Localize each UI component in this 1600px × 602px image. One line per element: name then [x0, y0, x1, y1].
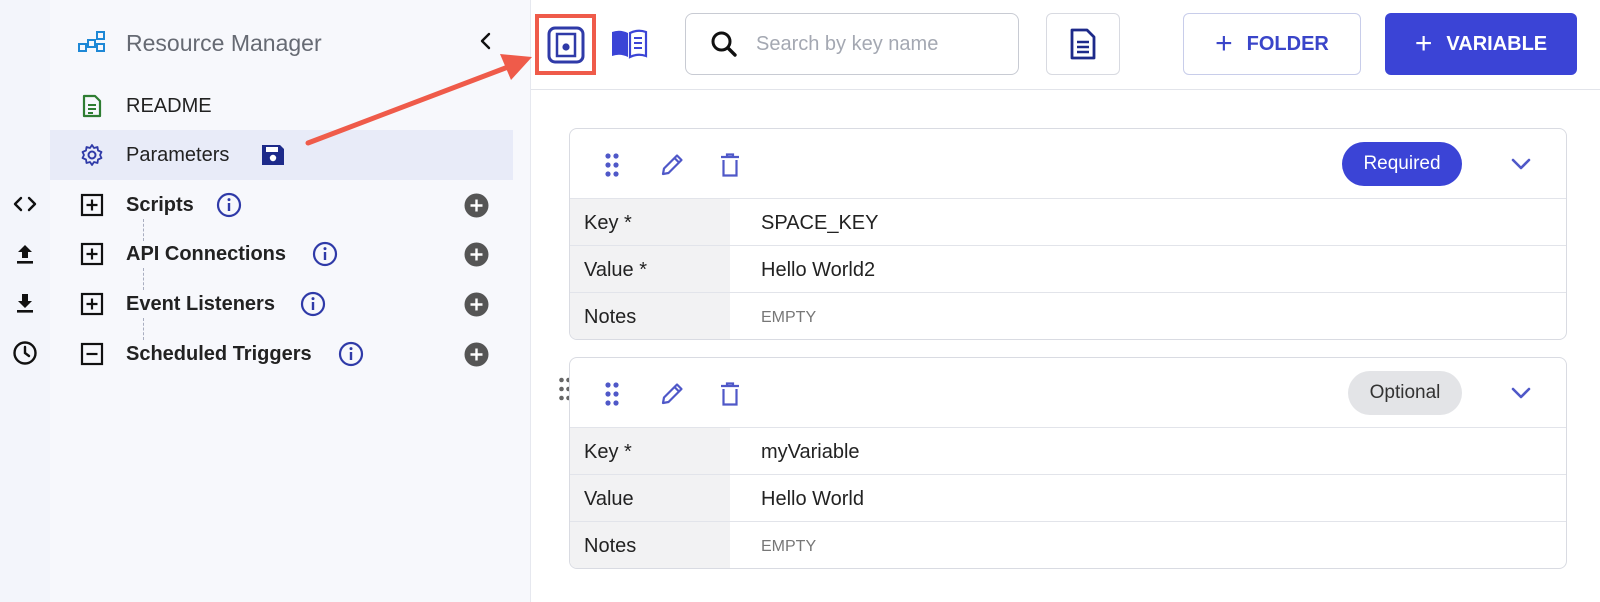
chevron-down-icon[interactable]: [1506, 378, 1536, 408]
collapse-minus-icon[interactable]: [80, 342, 104, 366]
documentation-book-icon[interactable]: [609, 24, 649, 64]
row-label: Value *: [570, 246, 730, 292]
row-value[interactable]: myVariable: [761, 441, 860, 464]
search-box[interactable]: [685, 13, 1019, 75]
variable-row-value: Value Hello World: [570, 475, 1566, 522]
delete-icon[interactable]: [716, 151, 744, 179]
variable-row-notes: Notes EMPTY: [570, 522, 1566, 568]
sidebar-item-readme[interactable]: README: [50, 81, 513, 131]
code-icon[interactable]: [8, 187, 42, 221]
unsaved-save-icon[interactable]: [260, 143, 286, 167]
add-variable-label: VARIABLE: [1446, 32, 1548, 55]
row-value[interactable]: SPACE_KEY: [761, 212, 878, 235]
drag-icon[interactable]: [598, 151, 626, 179]
sidebar-item-api-connections[interactable]: API Connections: [50, 229, 513, 279]
expand-plus-icon[interactable]: [80, 292, 104, 316]
variable-card-header: Required: [570, 129, 1566, 199]
sidebar-item-parameters[interactable]: Parameters: [50, 130, 513, 180]
info-icon[interactable]: [312, 241, 338, 267]
resource-sidebar: Resource Manager README Parameters Scrip…: [50, 0, 571, 602]
sidebar-item-label: Parameters: [126, 144, 230, 166]
info-icon[interactable]: [338, 341, 364, 367]
save-button[interactable]: [535, 14, 596, 75]
optional-badge: Optional: [1348, 371, 1462, 415]
expand-plus-icon[interactable]: [80, 193, 104, 217]
variable-row-notes: Notes EMPTY: [570, 293, 1566, 339]
plus-icon: +: [1414, 27, 1433, 60]
sidebar-title: Resource Manager: [126, 30, 322, 56]
add-variable-button[interactable]: + VARIABLE: [1385, 13, 1577, 75]
resource-manager-logo-icon: [78, 30, 106, 54]
search-icon: [711, 31, 737, 57]
row-label: Key *: [570, 199, 730, 245]
required-badge: Required: [1342, 142, 1462, 186]
row-value[interactable]: EMPTY: [761, 538, 816, 556]
row-label: Notes: [570, 293, 730, 339]
readme-doc-icon: [80, 94, 104, 118]
variable-row-key: Key * SPACE_KEY: [570, 199, 1566, 246]
row-label: Value: [570, 475, 730, 521]
variable-card-header: Optional: [570, 358, 1566, 428]
sidebar-item-label: README: [126, 95, 212, 117]
search-input[interactable]: [756, 32, 996, 56]
add-script-button[interactable]: [464, 193, 489, 218]
gear-icon: [80, 143, 104, 167]
sidebar-item-label: Scripts: [126, 194, 194, 216]
row-label: Notes: [570, 522, 730, 568]
delete-icon[interactable]: [716, 380, 744, 408]
chevron-down-icon[interactable]: [1506, 149, 1536, 179]
row-value[interactable]: Hello World2: [761, 259, 875, 282]
add-folder-button[interactable]: + FOLDER: [1183, 13, 1361, 75]
add-api-connection-button[interactable]: [464, 242, 489, 267]
sidebar-item-scheduled-triggers[interactable]: Scheduled Triggers: [50, 329, 513, 379]
drag-icon[interactable]: [598, 380, 626, 408]
collapse-sidebar-button[interactable]: [471, 26, 501, 56]
row-value[interactable]: EMPTY: [761, 309, 816, 327]
left-rail: [0, 0, 50, 602]
sidebar-item-scripts[interactable]: Scripts: [50, 180, 513, 230]
info-icon[interactable]: [216, 192, 242, 218]
sidebar-item-event-listeners[interactable]: Event Listeners: [50, 279, 513, 329]
download-icon[interactable]: [8, 286, 42, 320]
edit-icon[interactable]: [658, 151, 686, 179]
variable-card: Optional Key * myVariable Value Hello Wo…: [569, 357, 1567, 569]
sidebar-item-label: Scheduled Triggers: [126, 343, 312, 365]
variable-card: Required Key * SPACE_KEY Value * Hello W…: [569, 128, 1567, 340]
view-document-button[interactable]: [1046, 13, 1120, 75]
row-value[interactable]: Hello World: [761, 488, 864, 511]
add-event-listener-button[interactable]: [464, 292, 489, 317]
sidebar-header: Resource Manager: [50, 18, 531, 66]
add-scheduled-trigger-button[interactable]: [464, 342, 489, 367]
plus-icon: +: [1215, 27, 1233, 60]
sidebar-item-label: Event Listeners: [126, 293, 275, 315]
expand-plus-icon[interactable]: [80, 242, 104, 266]
variable-row-value: Value * Hello World2: [570, 246, 1566, 293]
row-label: Key *: [570, 428, 730, 474]
edit-icon[interactable]: [658, 380, 686, 408]
clock-icon[interactable]: [8, 336, 42, 370]
upload-icon[interactable]: [8, 237, 42, 271]
add-folder-label: FOLDER: [1246, 32, 1329, 55]
sidebar-item-label: API Connections: [126, 243, 287, 265]
app-root: Resource Manager README Parameters Scrip…: [0, 0, 1600, 602]
document-icon: [1070, 28, 1096, 60]
top-toolbar: + FOLDER + VARIABLE: [531, 0, 1600, 90]
variable-row-key: Key * myVariable: [570, 428, 1566, 475]
info-icon[interactable]: [300, 291, 326, 317]
